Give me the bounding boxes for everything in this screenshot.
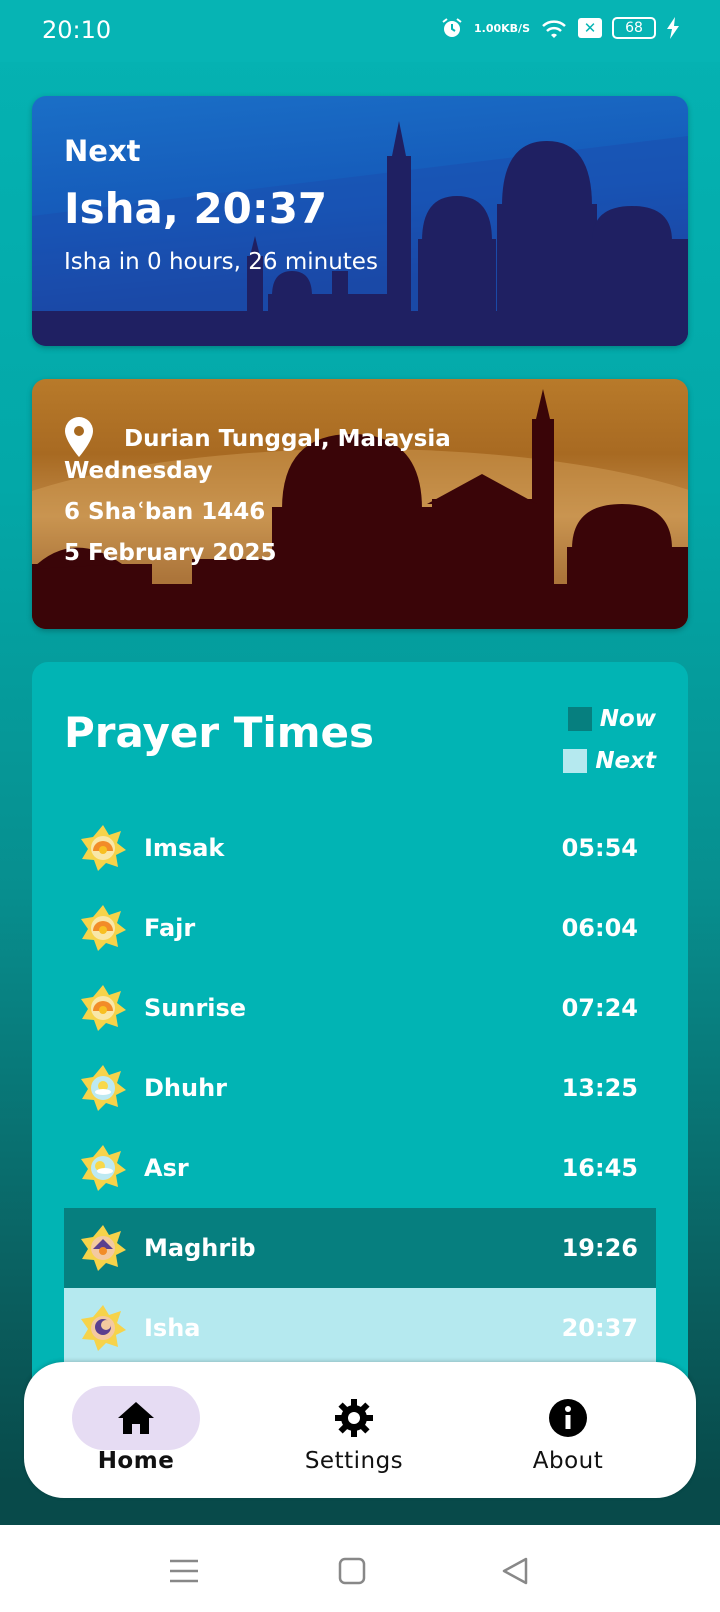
nav-settings[interactable]: Settings xyxy=(242,1362,466,1498)
sun-cloud-star-icon xyxy=(78,1063,128,1113)
prayer-row-isha: Isha 20:37 xyxy=(64,1288,656,1368)
nav-home[interactable]: Home xyxy=(24,1362,248,1498)
panel-title: Prayer Times xyxy=(64,708,375,757)
next-prayer-countdown: Isha in 0 hours, 26 minutes xyxy=(64,249,378,275)
legend-now-swatch xyxy=(567,707,592,731)
sunset-star-icon xyxy=(78,1223,128,1273)
sunrise-star-icon xyxy=(78,903,128,953)
next-prayer-title: Isha, 20:37 xyxy=(64,184,328,233)
sun-cloud-star-icon xyxy=(78,1143,128,1193)
legend: Now Next xyxy=(563,698,656,782)
hijri-date: 6 Shaʿban 1446 xyxy=(64,499,266,525)
charging-icon xyxy=(666,17,680,39)
prayer-row-asr: Asr 16:45 xyxy=(64,1128,656,1208)
system-navigation-bar xyxy=(0,1525,720,1612)
bottom-navigation: Home Settings About xyxy=(24,1362,696,1498)
home-button-icon[interactable] xyxy=(334,1553,370,1589)
legend-next-swatch xyxy=(563,749,588,773)
sunrise-star-icon xyxy=(78,823,128,873)
sunrise-star-icon xyxy=(78,983,128,1033)
info-icon xyxy=(548,1398,588,1438)
status-time: 20:10 xyxy=(42,16,112,44)
location-name: Durian Tunggal, Malaysia xyxy=(124,426,451,452)
status-bar: 20:10 1.00 KB/S ✕ 68 xyxy=(0,0,720,62)
next-prayer-card: Next Isha, 20:37 Isha in 0 hours, 26 min… xyxy=(32,96,688,346)
location-pin-icon xyxy=(64,417,94,461)
location-date-card: Durian Tunggal, Malaysia Wednesday 6 Sha… xyxy=(32,379,688,629)
prayer-row-imsak: Imsak 05:54 xyxy=(64,808,656,888)
gear-icon xyxy=(334,1398,374,1438)
status-icons: 1.00 KB/S ✕ 68 xyxy=(440,16,680,40)
battery-indicator: 68 xyxy=(612,17,656,39)
prayer-row-fajr: Fajr 06:04 xyxy=(64,888,656,968)
prayer-row-maghrib: Maghrib 19:26 xyxy=(64,1208,656,1288)
nav-about[interactable]: About xyxy=(456,1362,680,1498)
wifi-icon xyxy=(540,16,568,40)
home-icon xyxy=(116,1398,156,1438)
gregorian-date: 5 February 2025 xyxy=(64,540,277,566)
next-label: Next xyxy=(64,134,141,168)
prayer-row-sunrise: Sunrise 07:24 xyxy=(64,968,656,1048)
back-icon[interactable] xyxy=(498,1553,534,1589)
sim-off-icon: ✕ xyxy=(578,18,602,38)
network-speed: 1.00 KB/S xyxy=(474,21,530,35)
moon-star-icon xyxy=(78,1303,128,1353)
legend-next: Next xyxy=(563,740,656,782)
legend-now: Now xyxy=(563,698,656,740)
prayer-row-dhuhr: Dhuhr 13:25 xyxy=(64,1048,656,1128)
menu-icon[interactable] xyxy=(166,1553,202,1589)
prayer-list: Imsak 05:54 Fajr 06:04 Sunrise 07:24 Dhu… xyxy=(64,808,656,1368)
weekday: Wednesday xyxy=(64,458,213,484)
location-row: Durian Tunggal, Malaysia xyxy=(64,417,451,461)
prayer-times-panel: Prayer Times Now Next Imsak 05:54 Fajr 0… xyxy=(32,662,688,1402)
alarm-icon xyxy=(440,16,464,40)
